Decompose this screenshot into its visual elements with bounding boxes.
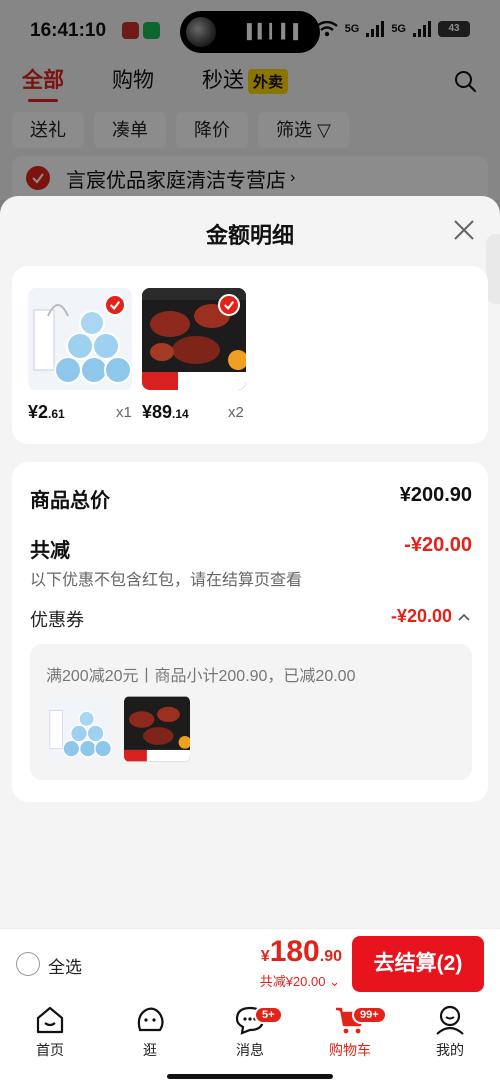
items-card: ¥2.61 x1 ¥89.14 x2 — [12, 266, 488, 444]
item-price: ¥2.61 — [28, 402, 65, 423]
coupon-value: -¥20.00 — [390, 606, 452, 626]
overlay-dim[interactable] — [0, 0, 500, 200]
cart-badge: 99+ — [352, 1006, 387, 1024]
coupon-item-thumb-trash-bags — [46, 696, 112, 762]
tab-me[interactable]: 我的 — [410, 1004, 490, 1060]
checkout-button[interactable]: 去结算(2) — [352, 936, 484, 992]
amount-detail-sheet: 金额明细 ¥2.61 x1 ¥89.14 x2 商品总价 ¥200.90 共减 … — [0, 196, 500, 928]
coupon-detail: 满200减20元丨商品小计200.90，已减20.00 — [46, 668, 356, 685]
tab-messages[interactable]: 消息 5+ — [210, 1004, 290, 1060]
checkout-total: ¥180.90 — [261, 935, 342, 969]
side-handle — [486, 234, 500, 304]
tab-home[interactable]: 首页 — [10, 1004, 90, 1060]
total-label: 商品总价 — [30, 490, 110, 512]
product-image-pork[interactable] — [142, 288, 246, 390]
reduce-label: 共减 — [30, 540, 70, 562]
tab-browse[interactable]: 逛 — [110, 1004, 190, 1060]
home-icon — [36, 1006, 64, 1034]
close-icon[interactable] — [452, 218, 476, 242]
total-currency: ¥ — [260, 948, 270, 965]
discount-detail-toggle[interactable]: 共减¥20.00 ⌄ — [260, 971, 340, 990]
item-check-icon[interactable] — [218, 294, 240, 316]
chevron-up-icon — [458, 613, 470, 621]
item-check-icon[interactable] — [104, 294, 126, 316]
item-qty: x2 — [228, 404, 244, 421]
sheet-title: 金额明细 — [205, 223, 294, 248]
select-all-label[interactable]: 全选 — [48, 953, 82, 978]
coupon-item-thumb-pork — [124, 696, 190, 762]
home-indicator[interactable] — [167, 1074, 333, 1079]
profile-icon — [436, 1005, 464, 1035]
product-image-trash-bags[interactable] — [28, 288, 132, 390]
discount-note: 以下优惠不包含红包，请在结算页查看 — [30, 572, 303, 589]
total-dec: .90 — [319, 948, 342, 965]
coupon-detail-box: 满200减20元丨商品小计200.90，已减20.00 — [30, 644, 472, 780]
messages-badge: 5+ — [254, 1006, 283, 1024]
summary-card: 商品总价 ¥200.90 共减 -¥20.00 以下优惠不包含红包，请在结算页查… — [12, 462, 488, 802]
select-all-radio[interactable] — [16, 952, 40, 976]
tab-label: 消息 — [236, 1042, 264, 1058]
item-price-int: ¥2 — [28, 402, 49, 422]
checkout-bar: 全选 ¥180.90 共减¥20.00 ⌄ 去结算(2) — [0, 928, 500, 998]
item-price-int: ¥89 — [142, 402, 173, 422]
chevron-down-icon: ⌄ — [329, 974, 340, 989]
item-price-dec: .61 — [48, 407, 65, 421]
item-price-dec: .14 — [172, 407, 189, 421]
item-price: ¥89.14 — [142, 402, 189, 423]
tab-cart[interactable]: 购物车 99+ — [310, 1004, 390, 1060]
item-qty: x1 — [116, 404, 132, 421]
discount-summary: 共减¥20.00 — [259, 974, 326, 989]
coupon-label: 优惠券 — [30, 610, 84, 630]
tab-label: 逛 — [143, 1042, 157, 1058]
browse-face-icon — [137, 1007, 164, 1032]
reduce-value: -¥20.00 — [404, 534, 472, 556]
coupon-toggle[interactable]: -¥20.00 — [391, 606, 470, 627]
tab-label: 首页 — [36, 1042, 64, 1058]
tab-label: 我的 — [436, 1042, 464, 1058]
total-int: 180 — [269, 935, 320, 968]
tab-label: 购物车 — [329, 1042, 371, 1058]
total-value: ¥200.90 — [399, 484, 472, 506]
